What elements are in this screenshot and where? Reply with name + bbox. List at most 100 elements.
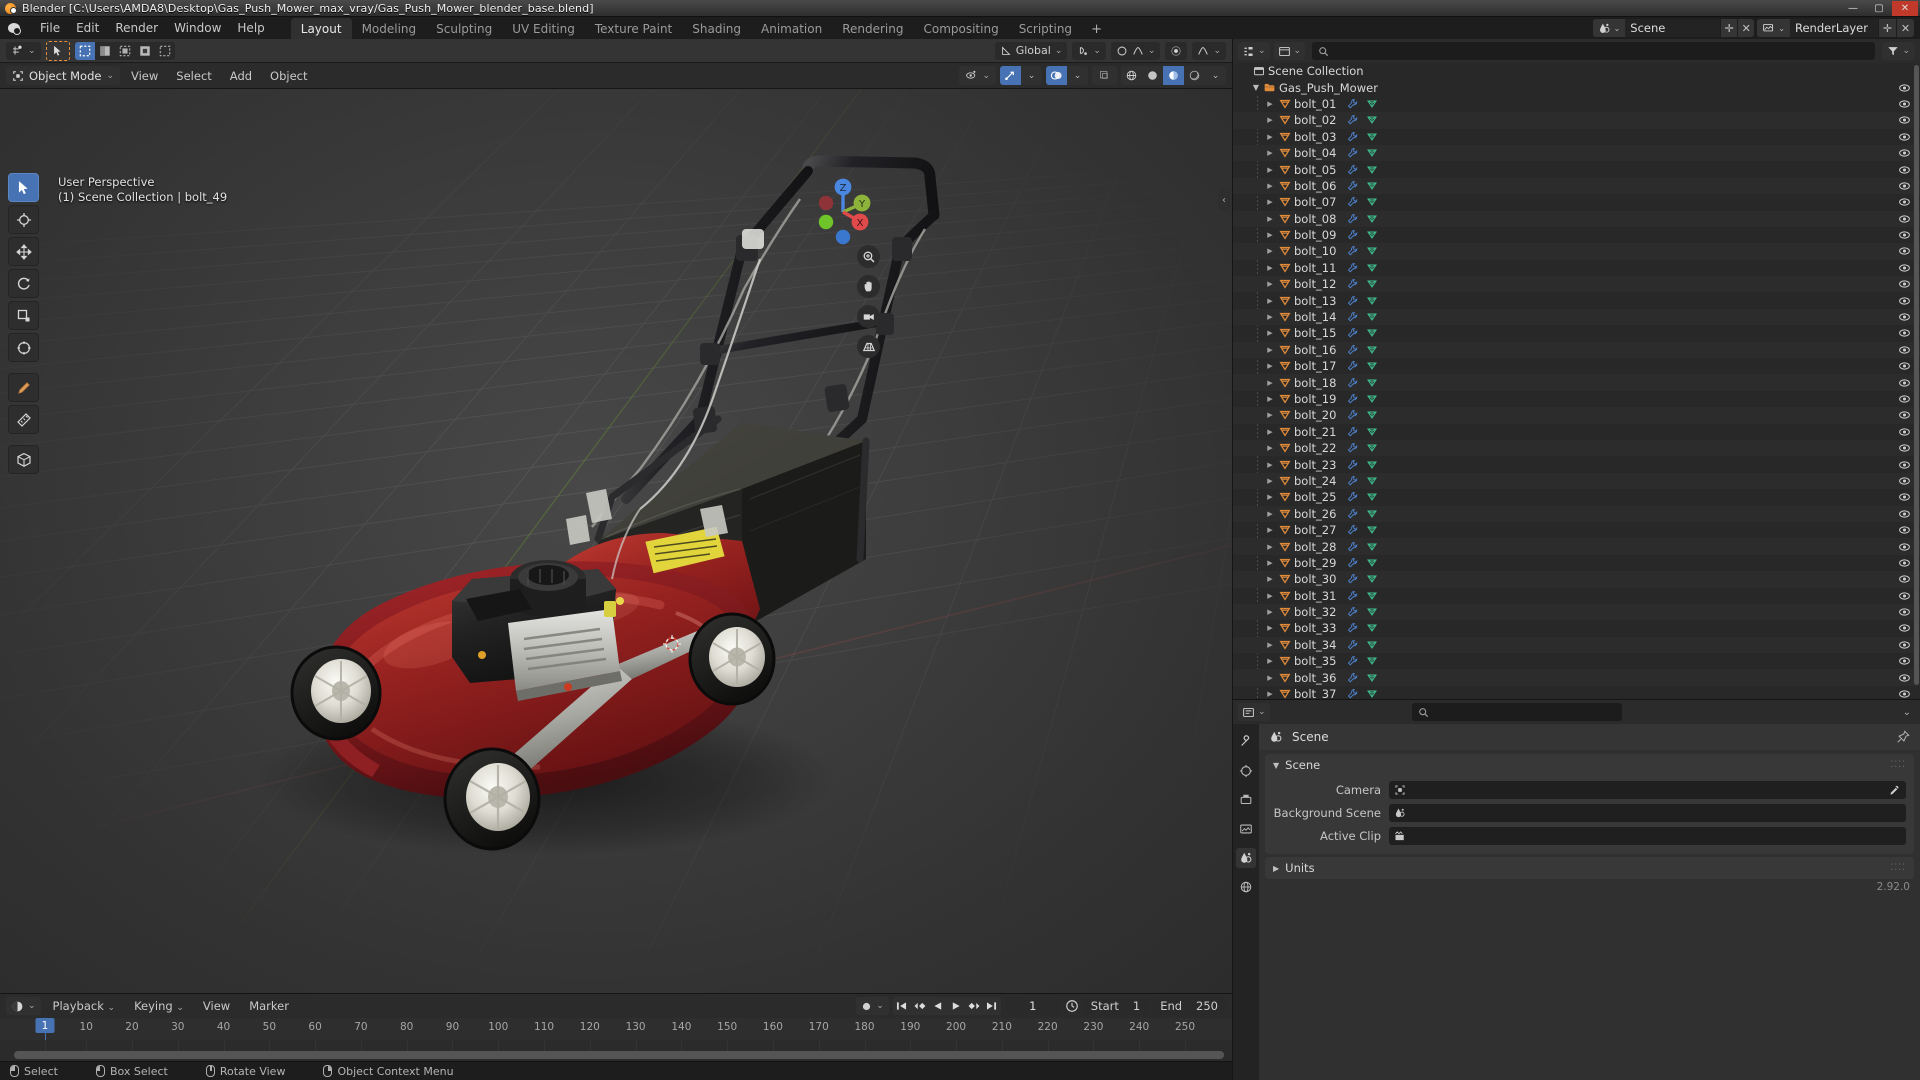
units-drag-handle[interactable]: ⁚⁚⁚⁚ [1891, 863, 1906, 873]
object-expand-icon[interactable]: ▶ [1263, 428, 1277, 436]
object-expand-icon[interactable]: ▶ [1263, 411, 1277, 419]
object-expand-icon[interactable]: ▶ [1263, 461, 1277, 469]
tool-rotate[interactable] [8, 269, 39, 298]
window-maximize-button[interactable]: ▢ [1866, 1, 1892, 16]
object-visibility-icon[interactable] [1898, 622, 1911, 635]
timeline-menu-view[interactable]: View [196, 998, 237, 1014]
object-expand-icon[interactable]: ▶ [1263, 329, 1277, 337]
falloff-curve-selector[interactable]: ⌄ [1192, 41, 1226, 60]
object-expand-icon[interactable]: ▶ [1263, 690, 1277, 698]
tool-annotate[interactable] [8, 373, 39, 402]
object-visibility-icon[interactable] [1898, 507, 1911, 520]
object-visibility-icon[interactable] [1898, 311, 1911, 324]
object-visibility-icon[interactable] [1898, 360, 1911, 373]
outliner-row-object[interactable]: ▶ bolt_16 [1233, 341, 1920, 359]
jump-to-start-button[interactable] [893, 997, 911, 1015]
menu-render[interactable]: Render [107, 19, 166, 37]
mesh-data-icon[interactable] [1366, 672, 1378, 684]
select-subtract-icon[interactable] [115, 42, 135, 60]
visibility-selector[interactable]: ⌄ [959, 66, 996, 85]
tool-scale[interactable] [8, 301, 39, 330]
outliner-row-object[interactable]: ▶ bolt_34 [1233, 636, 1920, 654]
object-visibility-icon[interactable] [1898, 556, 1911, 569]
modifier-icon[interactable] [1347, 393, 1359, 405]
modifier-icon[interactable] [1347, 278, 1359, 290]
mesh-data-icon[interactable] [1366, 393, 1378, 405]
rendered-shading-icon[interactable] [1184, 66, 1205, 85]
modifier-icon[interactable] [1347, 524, 1359, 536]
blender-logo-icon[interactable] [6, 20, 24, 36]
eyedropper-icon[interactable] [1888, 784, 1901, 797]
camera-view-icon[interactable] [857, 305, 880, 328]
modifier-icon[interactable] [1347, 327, 1359, 339]
object-expand-icon[interactable]: ▶ [1263, 313, 1277, 321]
object-expand-icon[interactable]: ▶ [1263, 444, 1277, 452]
outliner-row-object[interactable]: ▶ bolt_35 [1233, 653, 1920, 669]
auto-keying-toggle[interactable]: ⌄ [856, 997, 889, 1015]
outliner-row-object[interactable]: ▶ bolt_06 [1233, 177, 1920, 195]
root-collection-visibility-icon[interactable] [1898, 81, 1911, 94]
mesh-data-icon[interactable] [1366, 262, 1378, 274]
menu-help[interactable]: Help [229, 19, 272, 37]
view-layer-name[interactable]: RenderLayer [1789, 19, 1878, 37]
object-expand-icon[interactable]: ▶ [1263, 543, 1277, 551]
object-visibility-icon[interactable] [1898, 343, 1911, 356]
solid-shading-icon[interactable] [1142, 66, 1163, 85]
mesh-data-icon[interactable] [1366, 114, 1378, 126]
outliner-row-object[interactable]: ▶ bolt_25 [1233, 489, 1920, 505]
workspace-tab-modeling[interactable]: Modeling [352, 18, 427, 39]
object-visibility-icon[interactable] [1898, 655, 1911, 668]
proportional-falloff-selector[interactable] [1165, 41, 1188, 60]
panel-drag-handle[interactable]: ⁚⁚⁚⁚ [1891, 760, 1906, 770]
previous-keyframe-button[interactable] [911, 997, 929, 1015]
object-expand-icon[interactable]: ▶ [1263, 510, 1277, 518]
mesh-data-icon[interactable] [1366, 409, 1378, 421]
object-expand-icon[interactable]: ▶ [1263, 346, 1277, 354]
object-expand-icon[interactable]: ▶ [1263, 297, 1277, 305]
object-visibility-icon[interactable] [1898, 458, 1911, 471]
object-expand-icon[interactable]: ▶ [1263, 247, 1277, 255]
tab-scene[interactable] [1236, 848, 1256, 868]
modifier-icon[interactable] [1347, 475, 1359, 487]
transform-orientation-selector[interactable]: Global ⌄ [994, 41, 1068, 60]
select-invert-icon[interactable] [135, 42, 155, 60]
mesh-data-icon[interactable] [1366, 344, 1378, 356]
object-expand-icon[interactable]: ▶ [1263, 198, 1277, 206]
outliner-row-object[interactable]: ▶ bolt_27 [1233, 522, 1920, 538]
object-expand-icon[interactable]: ▶ [1263, 231, 1277, 239]
add-view-layer-button[interactable]: ✛ [1878, 19, 1896, 37]
modifier-icon[interactable] [1347, 508, 1359, 520]
tab-world[interactable] [1236, 877, 1256, 897]
object-expand-icon[interactable]: ▶ [1263, 657, 1277, 665]
object-expand-icon[interactable]: ▶ [1263, 641, 1277, 649]
frame-end-field[interactable]: End 250 [1152, 997, 1226, 1015]
active-clip-field[interactable] [1389, 827, 1906, 845]
scene-selector[interactable]: ⌄ Scene ✛ ✕ [1592, 19, 1755, 37]
viewport-menu-view[interactable]: View [124, 68, 165, 84]
outliner-row-object[interactable]: ▶ bolt_33 [1233, 620, 1920, 636]
object-expand-icon[interactable]: ▶ [1263, 493, 1277, 501]
mesh-data-icon[interactable] [1366, 606, 1378, 618]
object-expand-icon[interactable]: ▶ [1263, 116, 1277, 124]
mesh-data-icon[interactable] [1366, 278, 1378, 290]
outliner-row-object[interactable]: ▶ bolt_24 [1233, 472, 1920, 490]
tool-add-cube[interactable] [8, 445, 39, 474]
object-visibility-icon[interactable] [1898, 491, 1911, 504]
outliner-row-object[interactable]: ▶ bolt_26 [1233, 505, 1920, 522]
select-new-icon[interactable] [74, 41, 95, 60]
mesh-data-icon[interactable] [1366, 360, 1378, 372]
workspace-tab-layout[interactable]: Layout [290, 18, 352, 39]
overlay-options-chevron-icon[interactable]: ⌄ [1067, 66, 1088, 85]
workspace-tab-animation[interactable]: Animation [751, 18, 832, 39]
modifier-icon[interactable] [1347, 459, 1359, 471]
jump-to-end-button[interactable] [983, 997, 1001, 1015]
outliner-filter-button[interactable]: ⌄ [1882, 42, 1915, 60]
modifier-icon[interactable] [1347, 245, 1359, 257]
object-expand-icon[interactable]: ▶ [1263, 182, 1277, 190]
object-expand-icon[interactable]: ▶ [1263, 280, 1277, 288]
object-visibility-icon[interactable] [1898, 573, 1911, 586]
mesh-data-icon[interactable] [1366, 475, 1378, 487]
outliner-row-root-collection[interactable]: ▼ Gas_Push_Mower [1233, 79, 1920, 95]
modifier-icon[interactable] [1347, 409, 1359, 421]
mesh-data-icon[interactable] [1366, 590, 1378, 602]
